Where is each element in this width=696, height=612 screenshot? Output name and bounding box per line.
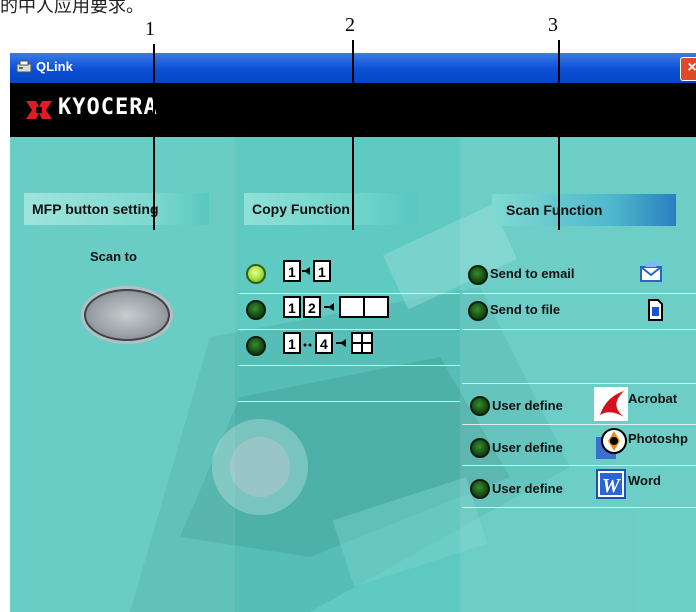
callout-2-line [352, 40, 354, 230]
svg-text:W: W [602, 475, 621, 497]
photoshop-icon[interactable] [594, 427, 628, 461]
file-icon[interactable] [646, 299, 664, 321]
callout-3: 3 [548, 14, 558, 36]
cut-off-caption: 的中人应用要求。 [0, 0, 144, 17]
scan-to-label: Scan to [90, 249, 137, 264]
row-divider [462, 424, 696, 425]
copy-2-in-1-indicator[interactable] [246, 300, 266, 320]
digit-1: 1 [288, 264, 296, 280]
qlink-app-icon [16, 60, 32, 73]
word-label: Word [628, 473, 661, 488]
row-divider [238, 365, 460, 366]
acrobat-icon[interactable] [594, 387, 628, 421]
user-define-1-indicator[interactable] [470, 396, 490, 416]
acrobat-label: Acrobat [628, 391, 678, 406]
row-divider [238, 401, 460, 402]
user-define-3-indicator[interactable] [470, 479, 490, 499]
digit-4: 4 [320, 336, 328, 352]
mfp-button-setting-header: MFP button setting [24, 193, 209, 225]
scan-function-header: Scan Function [492, 194, 676, 226]
user-define-3-label: User define [492, 481, 563, 496]
close-icon: × [687, 59, 696, 76]
row-divider [462, 465, 696, 466]
callout-3-line [558, 40, 560, 230]
word-icon[interactable]: W [596, 469, 626, 499]
digit-2: 2 [308, 300, 316, 316]
email-scan-icon[interactable] [638, 259, 664, 285]
send-to-file-label: Send to file [490, 302, 561, 317]
row-divider [462, 383, 696, 384]
row-divider [462, 507, 696, 508]
digit-1: 1 [288, 336, 296, 352]
callout-1-line [153, 44, 155, 230]
row-divider [462, 293, 696, 294]
copy-4-in-1-indicator[interactable] [246, 336, 266, 356]
send-to-file-indicator[interactable] [468, 301, 488, 321]
copy-4-in-1-icon[interactable]: 1 4 [282, 332, 392, 354]
close-button[interactable]: × [680, 57, 696, 81]
row-divider [462, 329, 696, 330]
user-define-2-indicator[interactable] [470, 438, 490, 458]
digit-1: 1 [318, 264, 326, 280]
send-to-email-label: Send to email [490, 266, 575, 281]
send-to-email-indicator[interactable] [468, 265, 488, 285]
user-define-2-label: User define [492, 440, 563, 455]
copy-2-in-1-icon[interactable]: 1 2 [282, 296, 392, 318]
copy-1-to-1-indicator[interactable] [246, 264, 266, 284]
digit-1: 1 [288, 300, 296, 316]
kyocera-logo-icon [26, 101, 52, 119]
photoshop-label: Photoshp [628, 431, 688, 446]
window-title: QLink [36, 59, 73, 74]
row-divider [238, 293, 460, 294]
scan-to-button[interactable] [84, 289, 170, 341]
copy-1-to-1-icon[interactable]: 1 1 [282, 260, 352, 282]
callout-1: 1 [145, 18, 155, 40]
user-define-1-label: User define [492, 398, 563, 413]
copy-function-header: Copy Function [244, 193, 418, 225]
callout-2: 2 [345, 14, 355, 36]
row-divider [238, 329, 460, 330]
brand-name: KYOCERA [58, 95, 158, 120]
